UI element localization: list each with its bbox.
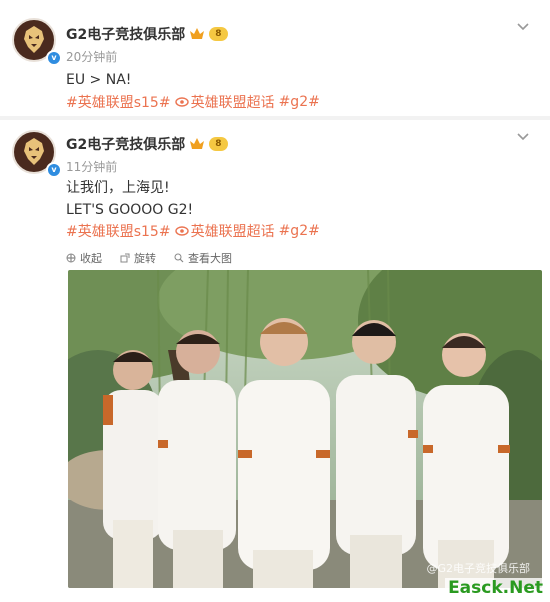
- hashtag[interactable]: #英雄联盟s15#: [66, 92, 171, 112]
- supertopic-label: 英雄联盟超话: [190, 95, 275, 111]
- chevron-down-icon[interactable]: [516, 130, 530, 144]
- tag-row: #英雄联盟s15# 英雄联盟超话 #g2#: [66, 221, 320, 241]
- avatar[interactable]: v: [12, 130, 62, 178]
- chevron-down-icon[interactable]: [516, 20, 530, 34]
- author-name[interactable]: G2电子竞技俱乐部: [66, 24, 185, 44]
- g2-logo-icon: [24, 26, 44, 53]
- verified-icon: v: [46, 162, 62, 178]
- collapse-icon: [66, 253, 76, 263]
- collapse-button[interactable]: 收起: [66, 250, 102, 266]
- author-name[interactable]: G2电子竞技俱乐部: [66, 134, 185, 154]
- supertopic-icon: [174, 226, 189, 236]
- post-time[interactable]: 20分钟前: [66, 48, 117, 65]
- supertopic-label: 英雄联盟超话: [190, 224, 275, 240]
- g2-logo-icon: [24, 138, 44, 165]
- view-large-label: 查看大图: [188, 252, 232, 265]
- team-photo-image: [68, 270, 542, 588]
- weibo-post-1: v G2电子竞技俱乐部 8 20分钟前 EU > NA! #英雄联盟s15# 英…: [0, 0, 550, 116]
- hashtag[interactable]: #g2#: [279, 94, 320, 110]
- vip-badge: 8: [209, 27, 228, 41]
- supertopic-icon: [174, 97, 189, 107]
- hashtag[interactable]: #英雄联盟s15#: [66, 221, 171, 241]
- site-watermark: Easck.Net: [445, 578, 546, 598]
- post-time[interactable]: 11分钟前: [66, 158, 117, 175]
- rotate-button[interactable]: 旋转: [120, 250, 156, 266]
- tag-row: #英雄联盟s15# 英雄联盟超话 #g2#: [66, 92, 320, 112]
- hashtag[interactable]: #g2#: [279, 223, 320, 239]
- post-text-line-1: 让我们，上海见!: [66, 180, 170, 196]
- avatar[interactable]: v: [12, 18, 62, 66]
- supertopic-link[interactable]: 英雄联盟超话: [174, 92, 275, 112]
- weibo-post-2: v G2电子竞技俱乐部 8 11分钟前 让我们，上海见! LET'S GOOOO…: [0, 120, 550, 602]
- supertopic-link[interactable]: 英雄联盟超话: [174, 221, 275, 241]
- crown-icon: [190, 138, 205, 149]
- post-text: EU > NA!: [66, 72, 132, 88]
- view-large-icon: [174, 253, 184, 263]
- image-toolbar: 收起 旋转 查看大图: [66, 250, 232, 266]
- vip-badge: 8: [209, 137, 228, 151]
- collapse-label: 收起: [80, 252, 102, 265]
- rotate-icon: [120, 253, 130, 263]
- view-large-button[interactable]: 查看大图: [174, 250, 232, 266]
- post-photo[interactable]: @G2电子竞技俱乐部: [68, 270, 542, 588]
- photo-watermark: @G2电子竞技俱乐部: [426, 562, 530, 575]
- crown-icon: [190, 28, 205, 39]
- verified-icon: v: [46, 50, 62, 66]
- rotate-label: 旋转: [134, 252, 156, 265]
- post-text-line-2: LET'S GOOOO G2!: [66, 202, 194, 218]
